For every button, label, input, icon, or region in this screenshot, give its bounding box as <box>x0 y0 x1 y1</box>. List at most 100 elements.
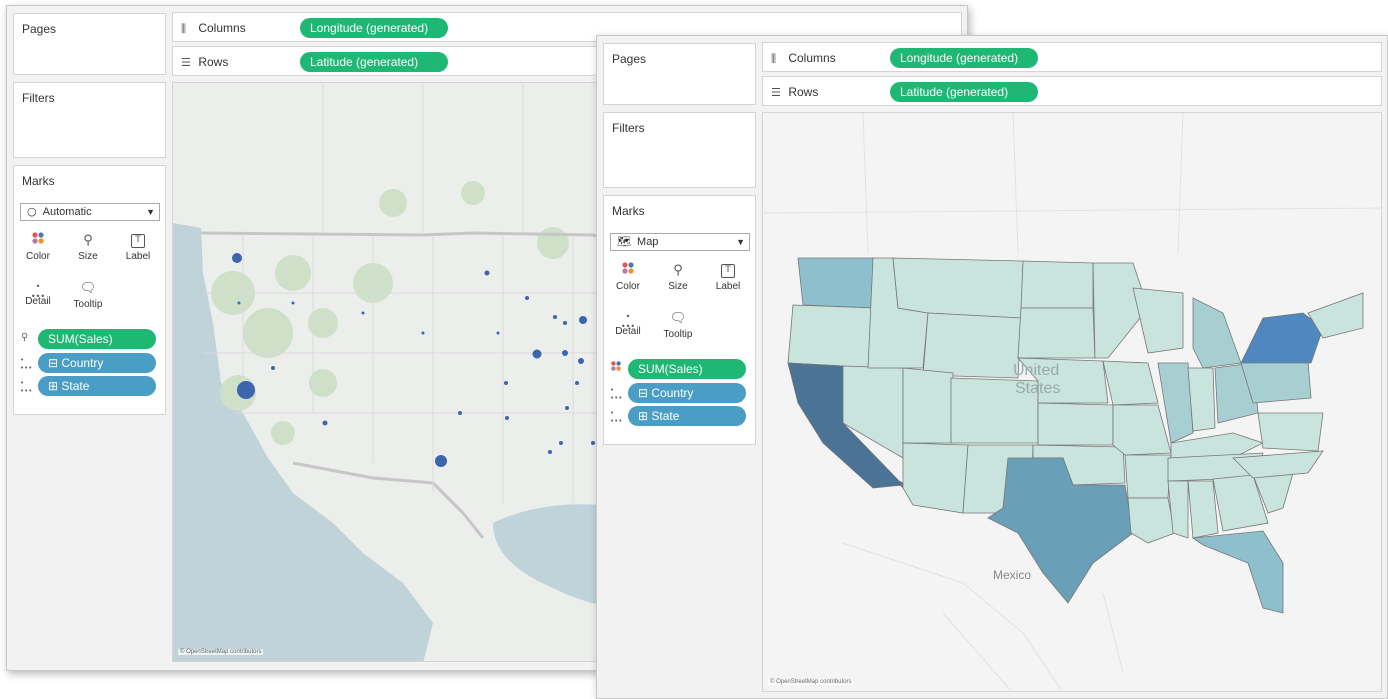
state-arkansas <box>1124 454 1172 499</box>
size-button-label: Size <box>668 281 688 292</box>
tooltip-button-label: Tooltip <box>663 329 693 340</box>
color-button-label: Color <box>26 251 50 262</box>
columns-label-text: Columns <box>788 51 836 65</box>
color-button[interactable]: Color <box>608 258 648 300</box>
map-attribution: © OpenStreetMap contributors <box>768 679 854 685</box>
mark-type-dropdown[interactable]: 🗺 Map ▼ <box>610 233 750 251</box>
detail-button-label: Detail <box>615 326 641 337</box>
label-button-label: Label <box>125 251 151 262</box>
circle-icon: ○ <box>27 205 37 218</box>
label-button[interactable]: T Label <box>708 258 748 300</box>
tooltip-button-label: Tooltip <box>73 299 103 310</box>
detail-icon: • ••• <box>620 312 636 331</box>
size-icon: ⚲ <box>673 263 683 278</box>
state-oregon <box>787 304 876 369</box>
mark-type-dropdown[interactable]: ○ Automatic ▼ <box>20 203 160 221</box>
state-north-dakota <box>1020 260 1094 309</box>
state-wyoming <box>922 312 1022 379</box>
sum-sales-pill[interactable]: SUM(Sales) <box>628 359 746 379</box>
color-icon <box>18 231 58 251</box>
columns-icon: ⫼ <box>181 22 187 35</box>
color-icon <box>610 360 622 375</box>
size-button[interactable]: ⚲ Size <box>68 228 108 270</box>
state-kansas <box>1037 402 1114 446</box>
country-pill[interactable]: ⊟ Country <box>38 353 156 373</box>
rows-shelf-label: ☰ Rows <box>771 85 818 99</box>
state-pill[interactable]: ⊞ State <box>38 376 156 396</box>
color-button-label: Color <box>616 281 640 292</box>
label-mexico: Mexico <box>993 568 1031 582</box>
label-icon: T <box>131 234 145 248</box>
rows-icon: ☰ <box>771 86 781 99</box>
label-states: States <box>1015 380 1060 397</box>
size-button[interactable]: ⚲ Size <box>658 258 698 300</box>
columns-shelf-label: ⫼ Columns <box>771 51 836 66</box>
label-united: United <box>1013 362 1059 379</box>
rows-label-text: Rows <box>788 85 819 99</box>
filters-shelf[interactable]: Filters <box>13 82 166 158</box>
marks-label: Marks <box>22 174 55 188</box>
mark-type-value: Map <box>637 236 659 248</box>
longitude-pill[interactable]: Longitude (generated) <box>890 48 1038 68</box>
pages-label: Pages <box>612 52 647 66</box>
detail-button[interactable]: • ••• Detail <box>608 306 648 348</box>
color-button[interactable]: Color <box>18 228 58 270</box>
filters-label: Filters <box>612 121 645 135</box>
sheet-window-filled-map: Pages Filters Marks 🗺 Map ▼ Color ⚲ Size… <box>596 35 1388 699</box>
filled-map: United States Mexico <box>763 113 1381 691</box>
latitude-pill[interactable]: Latitude (generated) <box>890 82 1038 102</box>
tooltip-icon: 🗨 <box>669 311 687 326</box>
state-montana <box>892 257 1024 319</box>
tooltip-button[interactable]: 🗨 Tooltip <box>658 306 698 348</box>
columns-label-text: Columns <box>198 21 246 35</box>
map-attribution: © OpenStreetMap contributors <box>178 649 264 655</box>
detail-icon: • ••• <box>610 409 623 425</box>
chevron-down-icon: ▼ <box>736 237 745 247</box>
filled-map-view[interactable]: United States Mexico © OpenStreetMap con… <box>762 112 1382 692</box>
color-icon <box>608 261 648 281</box>
detail-icon: • ••• <box>20 379 33 395</box>
marks-card: Marks ○ Automatic ▼ Color ⚲ Size T Label… <box>13 165 166 415</box>
marks-label: Marks <box>612 204 645 218</box>
state-south-dakota <box>1017 307 1096 359</box>
tooltip-button[interactable]: 🗨 Tooltip <box>68 276 108 318</box>
state-pill[interactable]: ⊞ State <box>628 406 746 426</box>
rows-shelf-label: ☰ Rows <box>181 55 228 69</box>
tooltip-icon: 🗨 <box>79 281 97 296</box>
pages-shelf[interactable]: Pages <box>13 13 166 75</box>
columns-shelf-label: ⫼ Columns <box>181 21 246 36</box>
columns-icon: ⫼ <box>771 52 777 65</box>
filters-label: Filters <box>22 91 55 105</box>
label-icon: T <box>721 264 735 278</box>
detail-icon: • ••• <box>610 386 623 402</box>
country-pill[interactable]: ⊟ Country <box>628 383 746 403</box>
state-pennsylvania <box>1240 360 1312 404</box>
size-button-label: Size <box>78 251 98 262</box>
detail-icon: • ••• <box>30 282 46 301</box>
longitude-pill[interactable]: Longitude (generated) <box>300 18 448 38</box>
state-indiana <box>1187 367 1216 432</box>
marks-card: Marks 🗺 Map ▼ Color ⚲ Size T Label • ••• … <box>603 195 756 445</box>
state-washington <box>797 257 876 309</box>
state-alabama <box>1187 480 1219 539</box>
pages-label: Pages <box>22 22 57 36</box>
pages-shelf[interactable]: Pages <box>603 43 756 105</box>
detail-icon: • ••• <box>20 356 33 372</box>
rows-shelf[interactable]: ☰ Rows Latitude (generated) <box>762 76 1382 106</box>
label-button-label: Label <box>715 281 741 292</box>
label-button[interactable]: T Label <box>118 228 158 270</box>
latitude-pill[interactable]: Latitude (generated) <box>300 52 448 72</box>
detail-button-label: Detail <box>25 296 51 307</box>
state-virginia <box>1257 412 1324 452</box>
chevron-down-icon: ▼ <box>146 207 155 217</box>
rows-icon: ☰ <box>181 56 191 69</box>
size-icon: ⚲ <box>83 233 93 248</box>
detail-button[interactable]: • ••• Detail <box>18 276 58 318</box>
rows-label-text: Rows <box>198 55 229 69</box>
columns-shelf[interactable]: ⫼ Columns Longitude (generated) <box>762 42 1382 72</box>
size-icon: ⚲ <box>21 332 29 343</box>
filters-shelf[interactable]: Filters <box>603 112 756 188</box>
sum-sales-pill[interactable]: SUM(Sales) <box>38 329 156 349</box>
map-icon: 🗺 <box>617 235 631 248</box>
mark-type-value: Automatic <box>42 206 92 218</box>
